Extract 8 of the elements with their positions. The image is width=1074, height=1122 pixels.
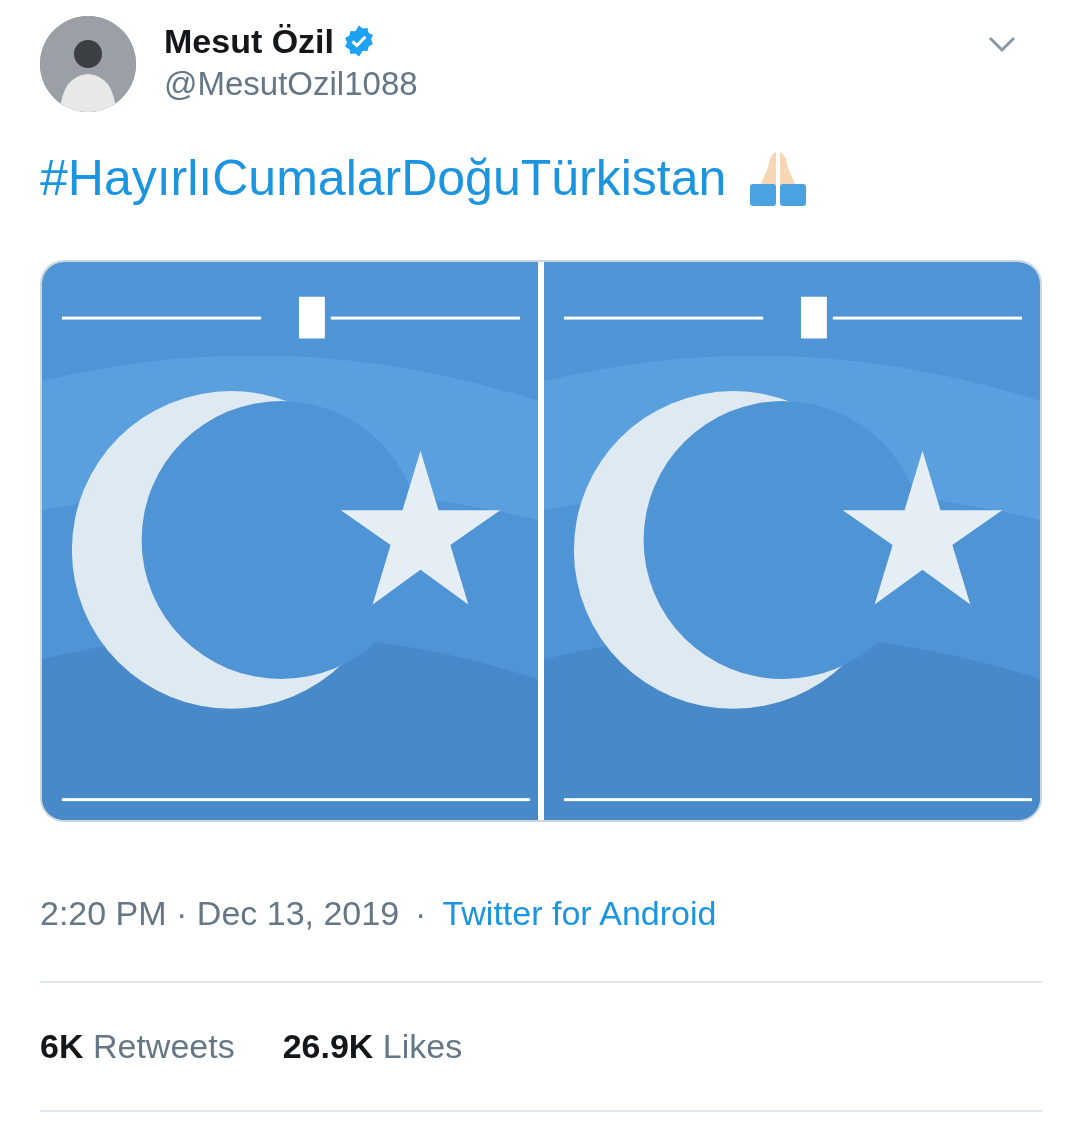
tweet-timestamp: 2:20 PM · Dec 13, 2019 [40,893,400,934]
stat-link[interactable]: 6K Retweets [40,1021,235,1072]
stat-link[interactable]: 26.9K Likes [282,1021,463,1072]
author-name: Mesut Özil [164,21,335,62]
source-link[interactable]: Twitter for Android [442,888,717,939]
hashtag-link[interactable]: #HayırlıCumalarDoğuTürkistan [40,153,727,203]
separator-dot: · [415,893,427,934]
author-handle[interactable]: @MesutOzil1088 [164,62,418,104]
